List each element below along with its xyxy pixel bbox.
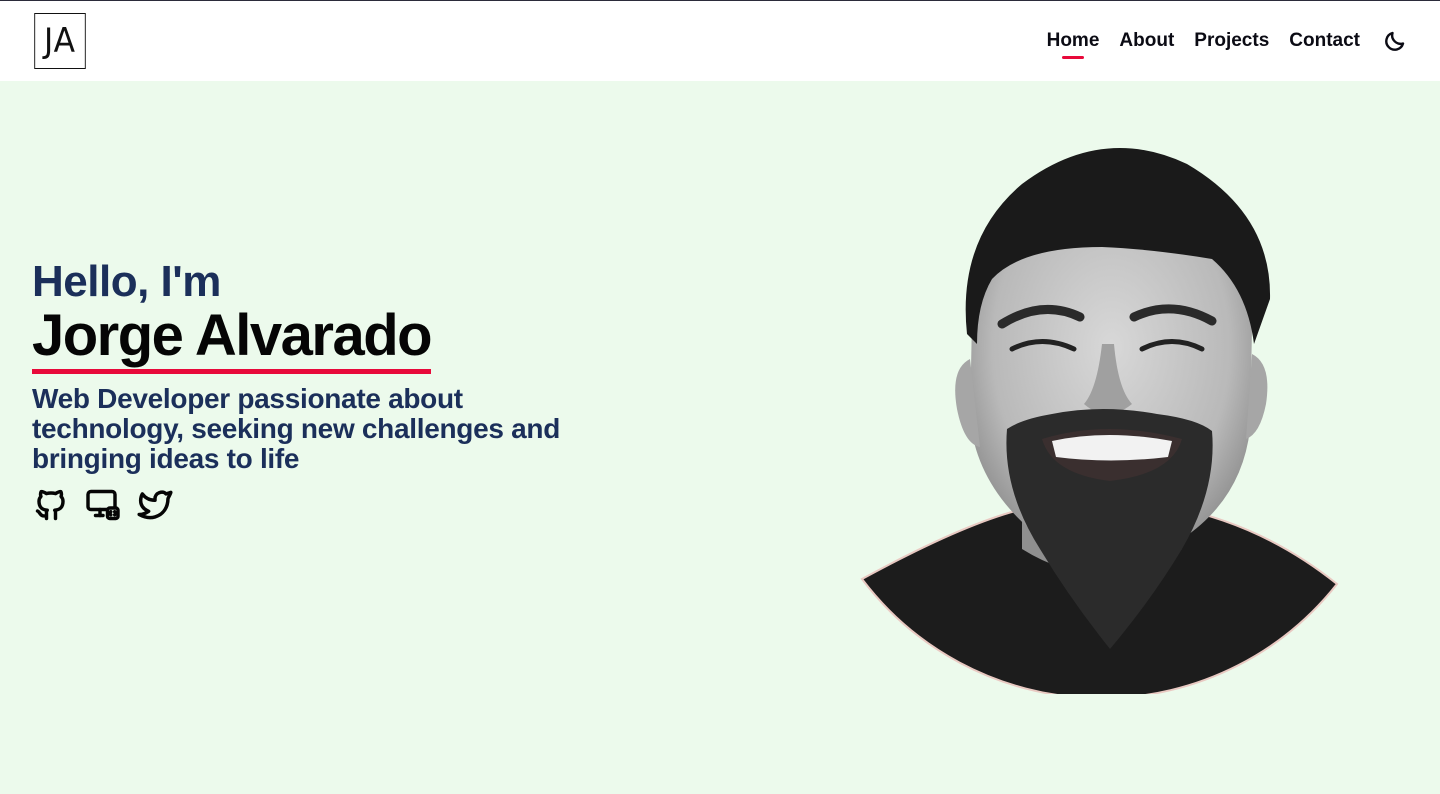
nav-link-projects[interactable]: Projects [1194,29,1269,53]
moon-icon [1385,31,1405,51]
hero-section: Hello, I'm Jorge Alvarado Web Developer … [0,81,1440,794]
nav-link-contact[interactable]: Contact [1289,29,1360,53]
nav-link-home[interactable]: Home [1047,29,1100,53]
social-links [32,486,632,524]
portfolio-link[interactable] [84,486,122,524]
greeting-heading: Hello, I'm [32,257,221,306]
github-link[interactable] [32,486,70,524]
twitter-link[interactable] [136,486,174,524]
nav-link-about[interactable]: About [1119,29,1174,53]
site-header: JA Home About Projects Contact [0,1,1440,81]
theme-toggle-button[interactable] [1382,28,1408,54]
portfolio-devices-icon [86,489,120,521]
twitter-icon [137,490,173,520]
portrait-illustration [860,148,1339,700]
logo[interactable]: JA [34,13,86,69]
tagline: Web Developer passionate about technolog… [32,383,560,474]
name-heading: Jorge Alvarado [32,303,433,368]
github-icon [35,489,65,521]
main-nav: Home About Projects Contact [1047,28,1408,54]
name-underline [32,369,432,374]
name-heading-wrap: Jorge Alvarado [32,303,433,374]
profile-photo [852,129,1352,700]
intro-block: Hello, I'm Jorge Alvarado Web Developer … [32,259,632,524]
